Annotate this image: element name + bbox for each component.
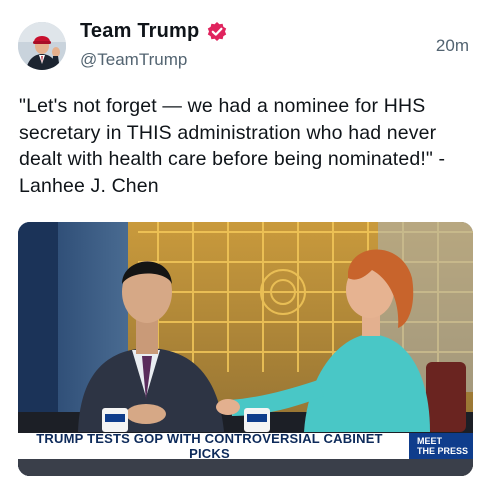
post-text: "Let's not forget — we had a nominee for…	[19, 95, 446, 197]
chyron-bottom-bar	[18, 459, 473, 476]
network-logo-line2: THE PRESS	[417, 446, 469, 456]
verified-badge-icon	[206, 21, 228, 43]
post: Team Trump @TeamTrump 20m "Let's not for…	[0, 0, 491, 500]
news-chyron: TRUMP TESTS GOP WITH CONTROVERSIAL CABIN…	[18, 431, 473, 461]
post-timestamp[interactable]: 20m	[436, 36, 469, 56]
network-logo-line1: MEET	[417, 436, 443, 446]
author-handle[interactable]: @TeamTrump	[80, 50, 187, 70]
display-name[interactable]: Team Trump	[80, 20, 228, 43]
post-media-video[interactable]: TRUMP TESTS GOP WITH CONTROVERSIAL CABIN…	[18, 222, 473, 476]
avatar[interactable]	[18, 22, 66, 70]
chyron-headline: TRUMP TESTS GOP WITH CONTROVERSIAL CABIN…	[36, 431, 383, 461]
avatar-image	[18, 22, 66, 70]
display-name-text: Team Trump	[80, 20, 200, 42]
network-logo: MEET THE PRESS	[409, 433, 473, 459]
